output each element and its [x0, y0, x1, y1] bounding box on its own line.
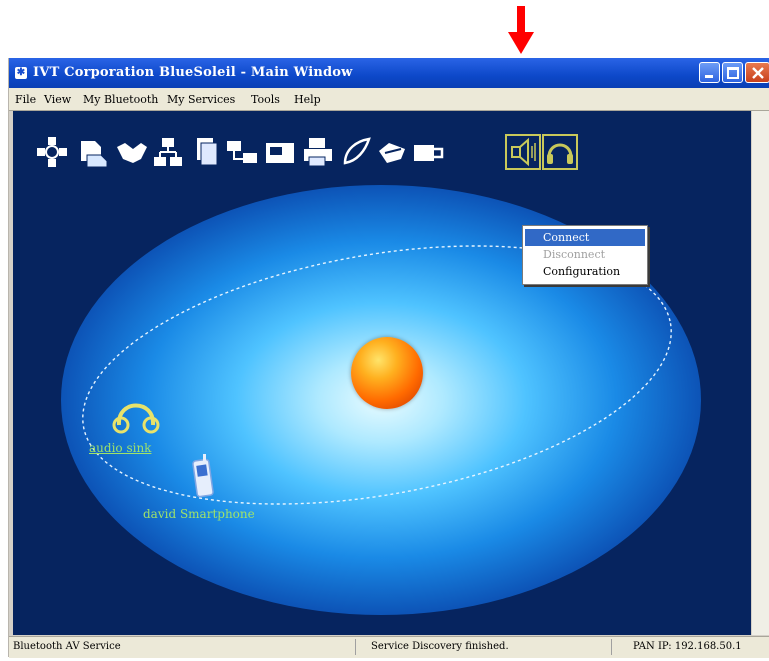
headphones-icon[interactable]: [111, 395, 161, 435]
file-transfer-icon[interactable]: [75, 135, 109, 169]
context-menu-connect[interactable]: Connect: [525, 229, 645, 246]
window-title: IVT Corporation BlueSoleil - Main Window: [33, 65, 353, 80]
device-label-david-smartphone[interactable]: david Smartphone: [143, 507, 255, 521]
close-button[interactable]: [745, 62, 769, 83]
pan-network-icon[interactable]: [225, 135, 259, 169]
status-right: PAN IP: 192.168.50.1: [633, 641, 742, 652]
menu-view[interactable]: View: [44, 93, 71, 106]
av-audio-icon[interactable]: [505, 134, 541, 170]
ftp-icon[interactable]: [411, 135, 445, 169]
main-window: ✱ IVT Corporation BlueSoleil - Main Wind…: [8, 58, 769, 658]
status-bar: Bluetooth AV Service Service Discovery f…: [9, 636, 769, 658]
annotation-arrow-icon: [508, 6, 534, 54]
status-middle: Service Discovery finished.: [371, 641, 509, 652]
context-menu-disconnect: Disconnect: [543, 248, 606, 261]
menu-my-bluetooth[interactable]: My Bluetooth: [83, 93, 158, 106]
menu-help[interactable]: Help: [294, 93, 321, 106]
bluetooth-canvas: Connect Disconnect Configuration audio s…: [13, 111, 751, 635]
minimize-button[interactable]: [699, 62, 720, 83]
network-access-icon[interactable]: [35, 135, 69, 169]
context-menu: Connect Disconnect Configuration: [522, 225, 648, 285]
document-icon[interactable]: [189, 135, 223, 169]
local-device-sun[interactable]: [351, 337, 423, 409]
context-menu-configuration[interactable]: Configuration: [525, 263, 645, 280]
maximize-button[interactable]: [722, 62, 743, 83]
menu-file[interactable]: File: [15, 93, 36, 106]
status-separator: [611, 639, 612, 655]
lan-access-icon[interactable]: [151, 135, 185, 169]
printer-icon[interactable]: [301, 135, 335, 169]
sync-icon[interactable]: [375, 135, 409, 169]
menu-my-services[interactable]: My Services: [167, 93, 235, 106]
fax-icon[interactable]: [263, 135, 297, 169]
mobile-phone-icon[interactable]: [191, 454, 217, 500]
menu-bar: File View My Bluetooth My Services Tools…: [9, 88, 769, 111]
stylus-icon[interactable]: [339, 135, 373, 169]
headset-icon[interactable]: [542, 134, 578, 170]
status-separator: [355, 639, 356, 655]
close-icon: [752, 67, 764, 79]
vertical-scrollbar[interactable]: [752, 111, 769, 635]
handshake-icon[interactable]: [115, 135, 149, 169]
status-left: Bluetooth AV Service: [13, 641, 121, 652]
device-label-audio-sink[interactable]: audio sink: [89, 441, 151, 455]
menu-tools[interactable]: Tools: [251, 93, 280, 106]
bluesoleil-icon[interactable]: ✱: [15, 67, 27, 79]
title-bar[interactable]: ✱ IVT Corporation BlueSoleil - Main Wind…: [9, 58, 769, 88]
